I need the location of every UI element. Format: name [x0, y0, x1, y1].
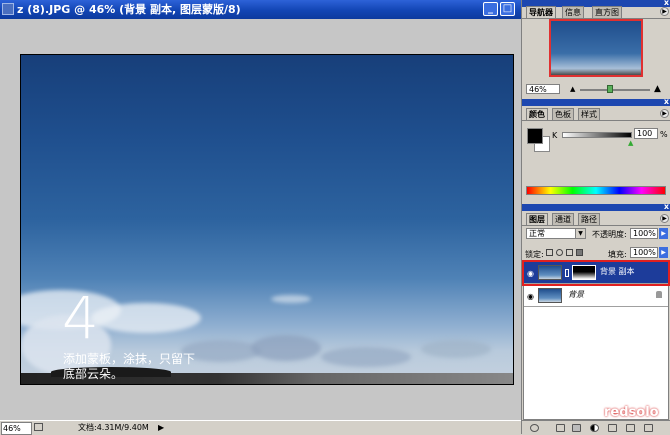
eye-icon[interactable]: ◉ [527, 292, 534, 301]
blend-mode-value: 正常 [529, 229, 545, 238]
slider-handle-icon[interactable]: ▲ [628, 139, 633, 147]
tab-channels[interactable]: 通道 [552, 213, 574, 225]
lock-all-icon[interactable] [576, 249, 583, 256]
step-number: 4 [62, 284, 99, 352]
tab-color[interactable]: 颜色 [526, 108, 548, 120]
layer-thumbnail[interactable] [538, 288, 562, 303]
opacity-input[interactable]: 100% [630, 228, 658, 239]
watermark-author: redsolo [604, 405, 659, 420]
close-icon[interactable]: x [664, 98, 669, 106]
maximize-button[interactable]: □ [500, 2, 515, 16]
lock-pixels-icon[interactable] [556, 249, 563, 256]
lock-position-icon[interactable] [566, 249, 573, 256]
k-channel-slider[interactable] [562, 132, 632, 138]
tab-info[interactable]: 信息 [562, 6, 584, 18]
palette-menu-icon[interactable]: ▶ [660, 7, 669, 16]
lock-transparency-icon[interactable] [546, 249, 553, 256]
zoom-input[interactable]: 46% [1, 422, 32, 435]
chevron-down-icon[interactable]: ▼ [575, 229, 585, 238]
lock-label: 锁定: [525, 250, 544, 259]
link-layers-icon[interactable] [530, 424, 539, 432]
lock-icon [656, 291, 662, 298]
fill-arrow-icon[interactable]: ▶ [659, 247, 668, 258]
opacity-label: 不透明度: [592, 230, 627, 239]
status-menu-arrow-icon[interactable]: ▶ [158, 422, 164, 434]
tab-navigator[interactable]: 导航器 [526, 6, 556, 18]
palette-well: x 导航器 信息 直方图 ▶ 46% ▲ ▲ x 颜色 色板 样式 ▶ K ▲ … [521, 0, 670, 435]
layers-tabs: 图层 通道 路径 ▶ [522, 213, 670, 226]
blend-mode-select[interactable]: 正常 ▼ [526, 228, 586, 239]
new-group-icon[interactable] [608, 424, 617, 432]
tab-paths[interactable]: 路径 [578, 213, 600, 225]
document-title: z (8).JPG @ 46% (背景 副本, 图层蒙版/8) [17, 3, 241, 16]
layers-footer [522, 420, 670, 435]
k-channel-value[interactable]: 100 [634, 128, 658, 139]
color-tabs: 颜色 色板 样式 ▶ [522, 108, 670, 121]
minimize-button[interactable]: _ [483, 2, 498, 16]
layer-row-background-copy[interactable]: ◉ 背景 副本 [522, 260, 670, 286]
fill-input[interactable]: 100% [630, 247, 658, 258]
fill-label: 填充: [608, 250, 627, 259]
color-palette-bar[interactable]: x [522, 98, 670, 106]
tab-layers[interactable]: 图层 [526, 213, 548, 225]
adjustment-layer-icon[interactable] [590, 424, 599, 432]
foreground-color-swatch[interactable] [527, 128, 543, 144]
step-caption: 添加蒙板，涂抹，只留下底部云朵。 [63, 352, 196, 381]
layer-name: 背景 副本 [600, 267, 635, 276]
navigator-zoom-input[interactable]: 46% [526, 84, 560, 94]
new-layer-icon[interactable] [626, 424, 635, 432]
zoom-in-icon[interactable]: ▲ [654, 84, 661, 94]
layer-mask-thumbnail[interactable] [572, 265, 596, 280]
tab-histogram[interactable]: 直方图 [592, 6, 622, 18]
navigator-thumbnail[interactable] [549, 19, 643, 77]
close-icon[interactable]: x [664, 203, 669, 211]
zoom-out-icon[interactable]: ▲ [570, 85, 575, 93]
zoom-slider-handle[interactable] [607, 85, 613, 93]
link-icon[interactable] [565, 269, 569, 277]
document-window: z (8).JPG @ 46% (背景 副本, 图层蒙版/8) _ □ 4 添加… [0, 0, 521, 435]
navigator-zoom-slider[interactable] [580, 89, 650, 91]
trash-icon[interactable] [644, 424, 653, 432]
color-spectrum-bar[interactable] [526, 186, 666, 195]
status-bar: 46% 文档:4.31M/9.40M ▶ [0, 420, 521, 435]
opacity-arrow-icon[interactable]: ▶ [659, 228, 668, 239]
canvas-area[interactable]: 4 添加蒙板，涂抹，只留下底部云朵。 [0, 19, 521, 420]
photoshop-doc-icon [2, 3, 14, 15]
k-channel-label: K [552, 131, 558, 140]
layer-name: 背景 [568, 290, 584, 299]
palette-menu-icon[interactable]: ▶ [660, 109, 669, 118]
layer-list: ◉ 背景 副本 ◉ 背景 [522, 260, 670, 420]
k-unit: % [660, 130, 668, 139]
document-titlebar[interactable]: z (8).JPG @ 46% (背景 副本, 图层蒙版/8) _ □ [0, 0, 521, 19]
tab-styles[interactable]: 样式 [578, 108, 600, 120]
eye-icon[interactable]: ◉ [527, 269, 534, 278]
status-icon[interactable] [34, 423, 43, 431]
layer-thumbnail[interactable] [538, 265, 562, 280]
palette-menu-icon[interactable]: ▶ [660, 214, 669, 223]
document-size-info: 文档:4.31M/9.40M [78, 423, 149, 432]
tab-swatches[interactable]: 色板 [552, 108, 574, 120]
add-mask-icon[interactable] [572, 424, 581, 432]
layers-palette-bar[interactable]: x [522, 203, 670, 211]
navigator-tabs: 导航器 信息 直方图 ▶ [522, 6, 670, 19]
layer-row-background[interactable]: ◉ 背景 [524, 285, 668, 307]
layer-style-icon[interactable] [556, 424, 565, 432]
